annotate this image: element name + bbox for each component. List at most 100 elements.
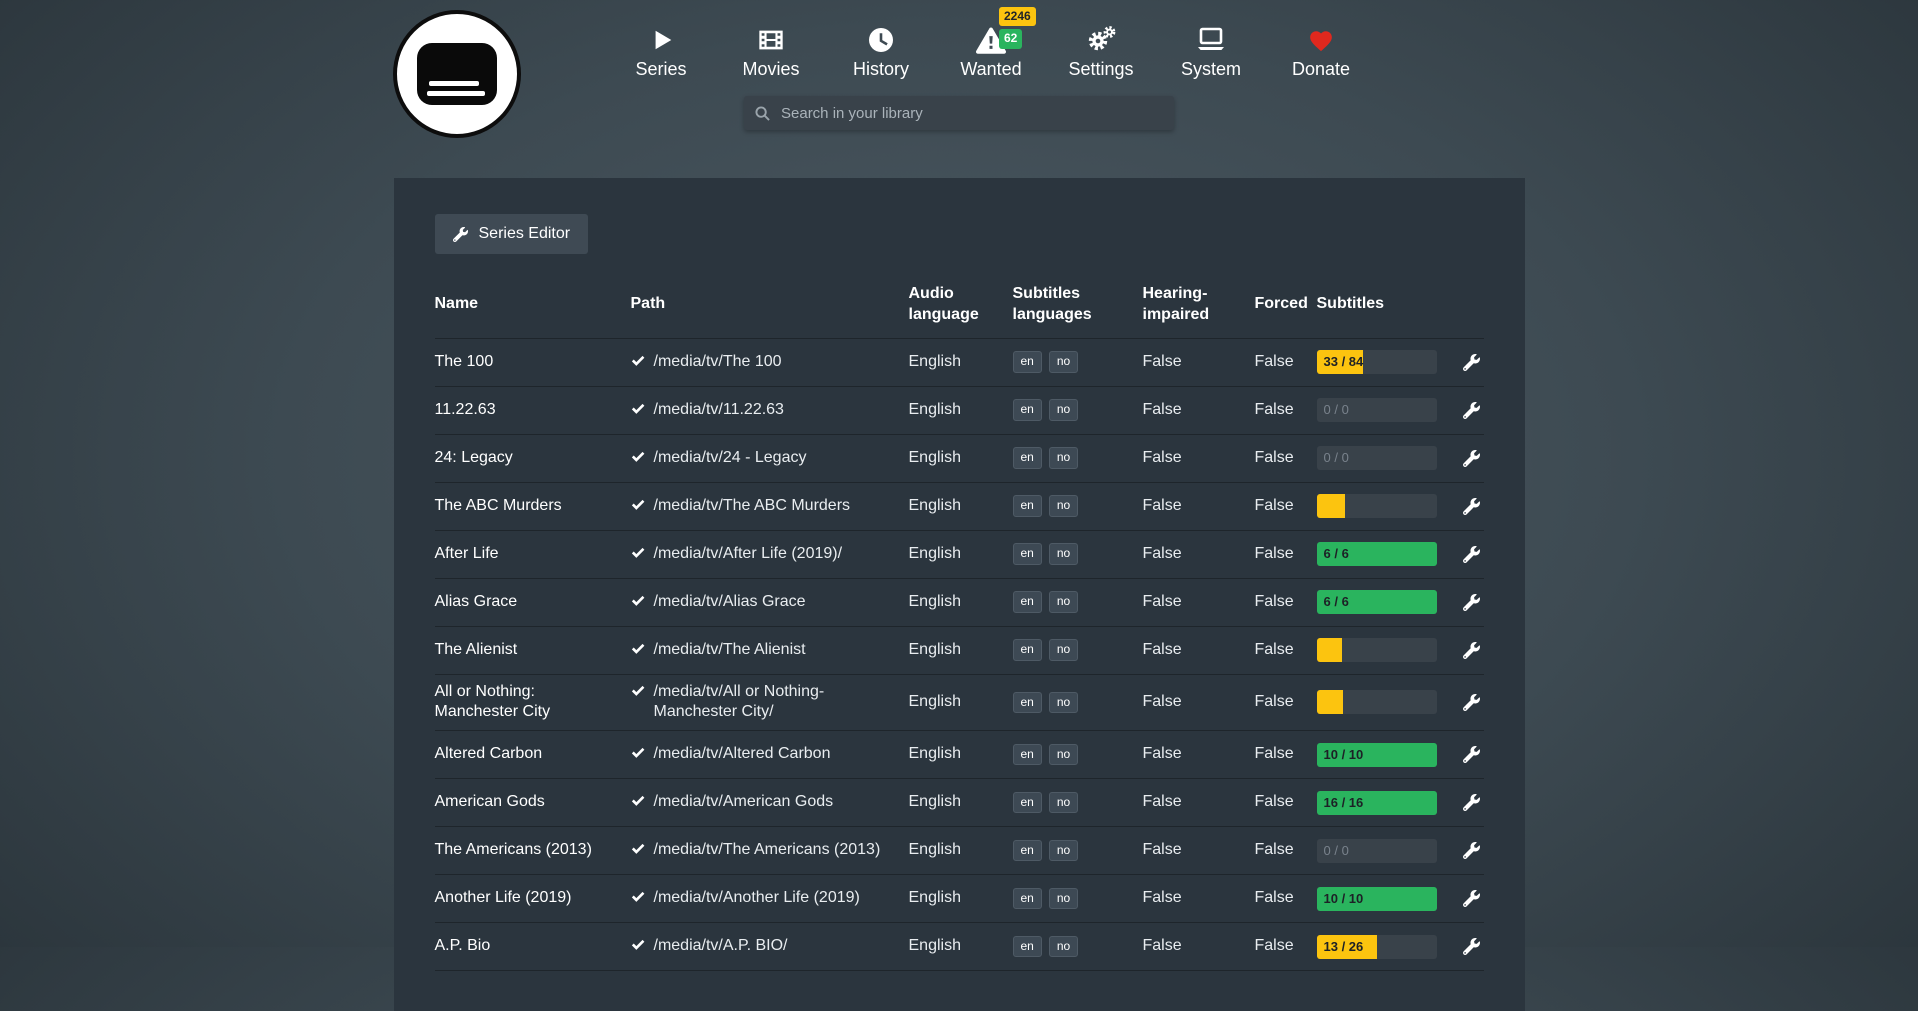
column-header-subtitles-languages: Subtitles languages: [1013, 284, 1143, 326]
nav-history[interactable]: History: [841, 20, 921, 80]
subtitles-progress-label: 0 / 0: [1324, 398, 1349, 422]
audio-language-value: English: [909, 496, 1013, 517]
edit-wrench-icon[interactable]: [1463, 642, 1480, 659]
series-path-text: /media/tv/Another Life (2019): [654, 888, 860, 909]
nav-donate[interactable]: Donate: [1281, 20, 1361, 80]
check-icon: [631, 546, 645, 560]
hearing-impaired-value: False: [1143, 448, 1255, 469]
series-path: /media/tv/Alias Grace: [631, 592, 909, 613]
forced-value: False: [1255, 744, 1317, 765]
edit-wrench-icon[interactable]: [1463, 890, 1480, 907]
hearing-impaired-value: False: [1143, 592, 1255, 613]
subtitle-languages: enno: [1013, 792, 1143, 814]
header: Series Movies History 2246 62: [0, 0, 1918, 178]
edit-wrench-icon[interactable]: [1463, 746, 1480, 763]
subtitle-language-badge: no: [1049, 543, 1078, 565]
subtitle-language-badge: en: [1013, 692, 1042, 714]
subtitle-language-badge: no: [1049, 792, 1078, 814]
hearing-impaired-value: False: [1143, 496, 1255, 517]
check-icon: [631, 794, 645, 808]
forced-value: False: [1255, 544, 1317, 565]
subtitle-languages: enno: [1013, 692, 1143, 714]
series-name[interactable]: After Life: [435, 544, 631, 565]
search-icon: [755, 106, 770, 121]
forced-value: False: [1255, 692, 1317, 713]
series-name[interactable]: The ABC Murders: [435, 496, 631, 517]
subtitle-languages: enno: [1013, 447, 1143, 469]
series-name[interactable]: The 100: [435, 352, 631, 373]
subtitles-progress: [1317, 494, 1437, 518]
edit-wrench-icon[interactable]: [1463, 402, 1480, 419]
subtitle-language-badge: no: [1049, 495, 1078, 517]
series-name[interactable]: Another Life (2019): [435, 888, 631, 909]
audio-language-value: English: [909, 640, 1013, 661]
subtitle-language-badge: no: [1049, 351, 1078, 373]
laptop-icon: [1195, 20, 1227, 54]
edit-wrench-icon[interactable]: [1463, 842, 1480, 859]
wanted-badges: 2246 62: [999, 7, 1036, 49]
check-icon: [631, 450, 645, 464]
series-path-text: /media/tv/The Americans (2013): [654, 840, 881, 861]
nav-settings[interactable]: Settings: [1061, 20, 1141, 80]
table-row: 11.22.63 /media/tv/11.22.63 English enno…: [435, 387, 1484, 435]
subtitle-languages: enno: [1013, 543, 1143, 565]
subtitle-language-badge: en: [1013, 792, 1042, 814]
forced-value: False: [1255, 400, 1317, 421]
subtitles-progress: 33 / 84: [1317, 350, 1437, 374]
nav-wanted[interactable]: 2246 62 Wanted: [951, 20, 1031, 80]
heart-icon: [1307, 20, 1335, 54]
app-logo[interactable]: [393, 10, 521, 138]
series-name[interactable]: The Americans (2013): [435, 840, 631, 861]
subtitles-progress-fill: [1317, 494, 1346, 518]
subtitles-progress-label: 0 / 0: [1324, 839, 1349, 863]
edit-wrench-icon[interactable]: [1463, 450, 1480, 467]
edit-wrench-icon[interactable]: [1463, 594, 1480, 611]
series-name[interactable]: Alias Grace: [435, 592, 631, 613]
column-header-name: Name: [435, 294, 631, 315]
edit-wrench-icon[interactable]: [1463, 546, 1480, 563]
subtitle-language-badge: no: [1049, 591, 1078, 613]
series-name[interactable]: Altered Carbon: [435, 744, 631, 765]
table-row: American Gods /media/tv/American Gods En…: [435, 779, 1484, 827]
check-icon: [631, 402, 645, 416]
subtitle-language-badge: no: [1049, 744, 1078, 766]
series-name[interactable]: American Gods: [435, 792, 631, 813]
nav-movies[interactable]: Movies: [731, 20, 811, 80]
check-icon: [631, 594, 645, 608]
search-bar: [744, 96, 1174, 130]
check-icon: [631, 746, 645, 760]
check-icon: [631, 890, 645, 904]
series-path: /media/tv/The Americans (2013): [631, 840, 909, 861]
hearing-impaired-value: False: [1143, 888, 1255, 909]
series-path: /media/tv/All or Nothing- Manchester Cit…: [631, 682, 909, 724]
search-input[interactable]: [779, 104, 1163, 123]
nav-series[interactable]: Series: [621, 20, 701, 80]
series-name[interactable]: The Alienist: [435, 640, 631, 661]
edit-wrench-icon[interactable]: [1463, 498, 1480, 515]
nav-donate-label: Donate: [1292, 59, 1350, 80]
subtitle-languages: enno: [1013, 399, 1143, 421]
series-name[interactable]: 11.22.63: [435, 400, 631, 421]
subtitle-language-badge: no: [1049, 840, 1078, 862]
table-row: Altered Carbon /media/tv/Altered Carbon …: [435, 731, 1484, 779]
edit-wrench-icon[interactable]: [1463, 694, 1480, 711]
subtitle-languages: enno: [1013, 744, 1143, 766]
edit-wrench-icon[interactable]: [1463, 354, 1480, 371]
subtitle-language-badge: en: [1013, 639, 1042, 661]
column-header-path: Path: [631, 294, 909, 315]
nav-system[interactable]: System: [1171, 20, 1251, 80]
wrench-icon: [453, 227, 468, 242]
edit-wrench-icon[interactable]: [1463, 794, 1480, 811]
table-row: 24: Legacy /media/tv/24 - Legacy English…: [435, 435, 1484, 483]
nav-settings-label: Settings: [1068, 59, 1133, 80]
series-name[interactable]: All or Nothing: Manchester City: [435, 682, 631, 724]
forced-value: False: [1255, 840, 1317, 861]
gears-icon: [1085, 20, 1117, 54]
subtitles-progress-label: 10 / 10: [1324, 887, 1364, 911]
subtitle-language-badge: no: [1049, 888, 1078, 910]
series-editor-button[interactable]: Series Editor: [435, 214, 589, 254]
hearing-impaired-value: False: [1143, 744, 1255, 765]
series-name[interactable]: 24: Legacy: [435, 448, 631, 469]
subtitles-progress-label: 6 / 6: [1324, 542, 1349, 566]
audio-language-value: English: [909, 400, 1013, 421]
